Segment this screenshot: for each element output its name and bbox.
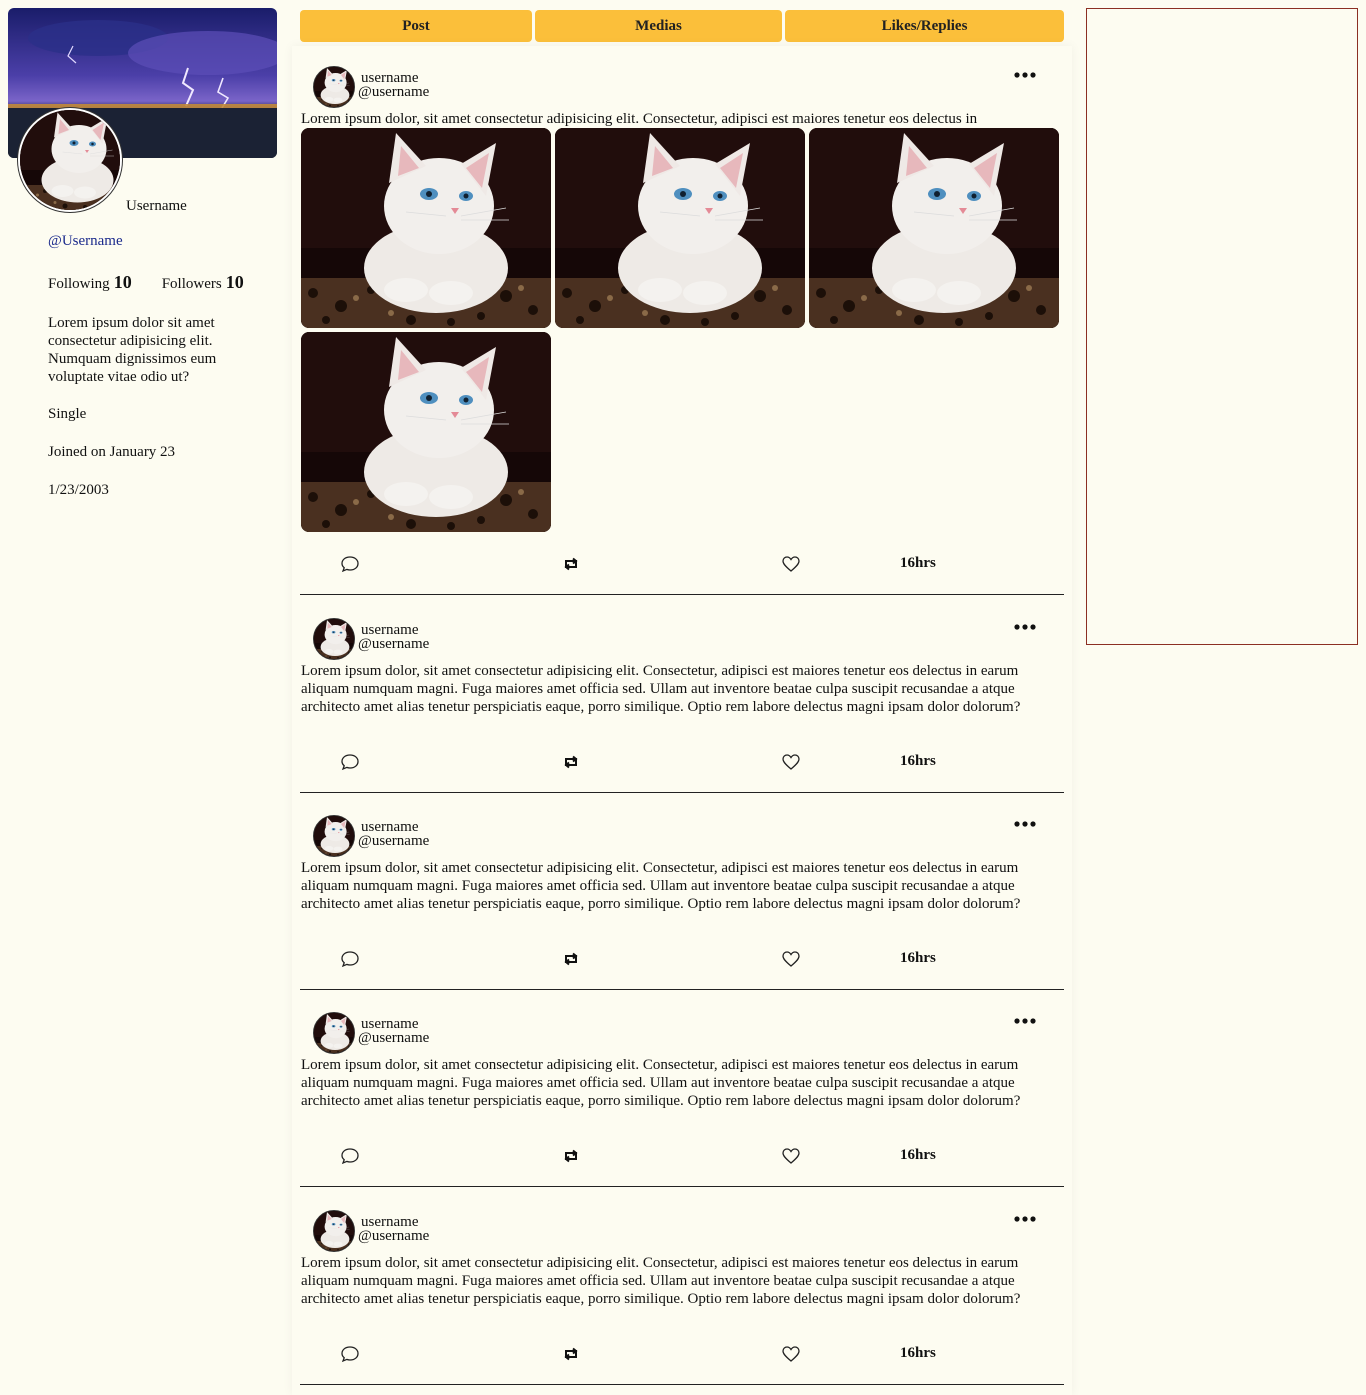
heart-icon[interactable] bbox=[781, 949, 801, 974]
birth-date: 1/23/2003 bbox=[48, 482, 109, 498]
retweet-icon[interactable] bbox=[561, 752, 581, 777]
heart-icon[interactable] bbox=[781, 554, 801, 579]
post-time: 16hrs bbox=[900, 950, 936, 966]
post-media-image[interactable] bbox=[555, 128, 805, 328]
post-text: Lorem ipsum dolor, sit amet consectetur … bbox=[301, 860, 1021, 912]
post-feed: username @username Lorem ipsum dolor, sit … bbox=[292, 46, 1072, 1395]
follow-stats: Following 10 Followers 10 bbox=[48, 272, 244, 293]
join-date: Joined on January 23 bbox=[48, 444, 176, 460]
post-handle[interactable]: @username bbox=[358, 637, 429, 652]
post-time: 16hrs bbox=[900, 1147, 936, 1163]
followers-label: Followers bbox=[161, 276, 222, 292]
right-panel bbox=[1086, 8, 1358, 645]
comment-icon[interactable] bbox=[340, 1344, 360, 1369]
post-item: username @username Lorem ipsum dolor, sit … bbox=[300, 46, 1064, 595]
post-username[interactable]: username bbox=[361, 1017, 418, 1032]
post-username[interactable]: username bbox=[361, 820, 418, 835]
profile-avatar[interactable] bbox=[18, 108, 122, 212]
post-username[interactable]: username bbox=[361, 623, 418, 638]
heart-icon[interactable] bbox=[781, 1344, 801, 1369]
display-name: Username bbox=[126, 198, 187, 214]
post-time: 16hrs bbox=[900, 753, 936, 769]
more-options-icon[interactable] bbox=[1014, 62, 1036, 85]
tab-post[interactable]: Post bbox=[300, 10, 532, 42]
post-handle[interactable]: @username bbox=[358, 834, 429, 849]
post-username[interactable]: username bbox=[361, 71, 418, 86]
post-media-image[interactable] bbox=[809, 128, 1059, 328]
heart-icon[interactable] bbox=[781, 752, 801, 777]
post-text: Lorem ipsum dolor, sit amet consectetur … bbox=[301, 1057, 1021, 1109]
more-options-icon[interactable] bbox=[1014, 1206, 1036, 1229]
post-time: 16hrs bbox=[900, 555, 936, 571]
post-item: username @username Lorem ipsum dolor, sit … bbox=[300, 598, 1064, 793]
post-time: 16hrs bbox=[900, 1345, 936, 1361]
post-avatar[interactable] bbox=[313, 1210, 355, 1252]
profile-tabs: Post Medias Likes/Replies bbox=[300, 10, 1064, 42]
profile-handle[interactable]: @Username bbox=[48, 233, 123, 250]
post-text: Lorem ipsum dolor, sit amet consectetur … bbox=[301, 663, 1021, 715]
comment-icon[interactable] bbox=[340, 554, 360, 579]
more-options-icon[interactable] bbox=[1014, 1008, 1036, 1031]
post-avatar[interactable] bbox=[313, 618, 355, 660]
comment-icon[interactable] bbox=[340, 949, 360, 974]
post-handle[interactable]: @username bbox=[358, 1031, 429, 1046]
post-text: Lorem ipsum dolor, sit amet consectetur … bbox=[301, 111, 978, 127]
relationship-status: Single bbox=[48, 406, 87, 422]
more-options-icon[interactable] bbox=[1014, 811, 1036, 834]
post-item: username @username Lorem ipsum dolor, sit … bbox=[300, 1190, 1064, 1385]
following-label: Following bbox=[48, 276, 110, 292]
post-text: Lorem ipsum dolor, sit amet consectetur … bbox=[301, 1255, 1021, 1307]
tab-likes-replies[interactable]: Likes/Replies bbox=[785, 10, 1064, 42]
retweet-icon[interactable] bbox=[561, 949, 581, 974]
followers-count: 10 bbox=[225, 272, 244, 292]
comment-icon[interactable] bbox=[340, 1146, 360, 1171]
post-avatar[interactable] bbox=[313, 815, 355, 857]
post-avatar[interactable] bbox=[313, 66, 355, 108]
retweet-icon[interactable] bbox=[561, 554, 581, 579]
following-count: 10 bbox=[113, 272, 132, 292]
post-media-image[interactable] bbox=[301, 128, 551, 328]
followers-stat[interactable]: Followers 10 bbox=[162, 272, 244, 293]
retweet-icon[interactable] bbox=[561, 1146, 581, 1171]
post-media-image[interactable] bbox=[301, 332, 551, 532]
post-avatar[interactable] bbox=[313, 1012, 355, 1054]
post-username[interactable]: username bbox=[361, 1215, 418, 1230]
post-handle[interactable]: @username bbox=[358, 85, 429, 100]
profile-bio: Lorem ipsum dolor sit amet consectetur a… bbox=[48, 315, 217, 385]
post-handle[interactable]: @username bbox=[358, 1229, 429, 1244]
following-stat[interactable]: Following 10 bbox=[48, 272, 132, 293]
heart-icon[interactable] bbox=[781, 1146, 801, 1171]
post-item: username @username Lorem ipsum dolor, sit … bbox=[300, 992, 1064, 1187]
retweet-icon[interactable] bbox=[561, 1344, 581, 1369]
more-options-icon[interactable] bbox=[1014, 614, 1036, 637]
post-item: username @username Lorem ipsum dolor, sit … bbox=[300, 795, 1064, 990]
tab-medias[interactable]: Medias bbox=[535, 10, 782, 42]
comment-icon[interactable] bbox=[340, 752, 360, 777]
